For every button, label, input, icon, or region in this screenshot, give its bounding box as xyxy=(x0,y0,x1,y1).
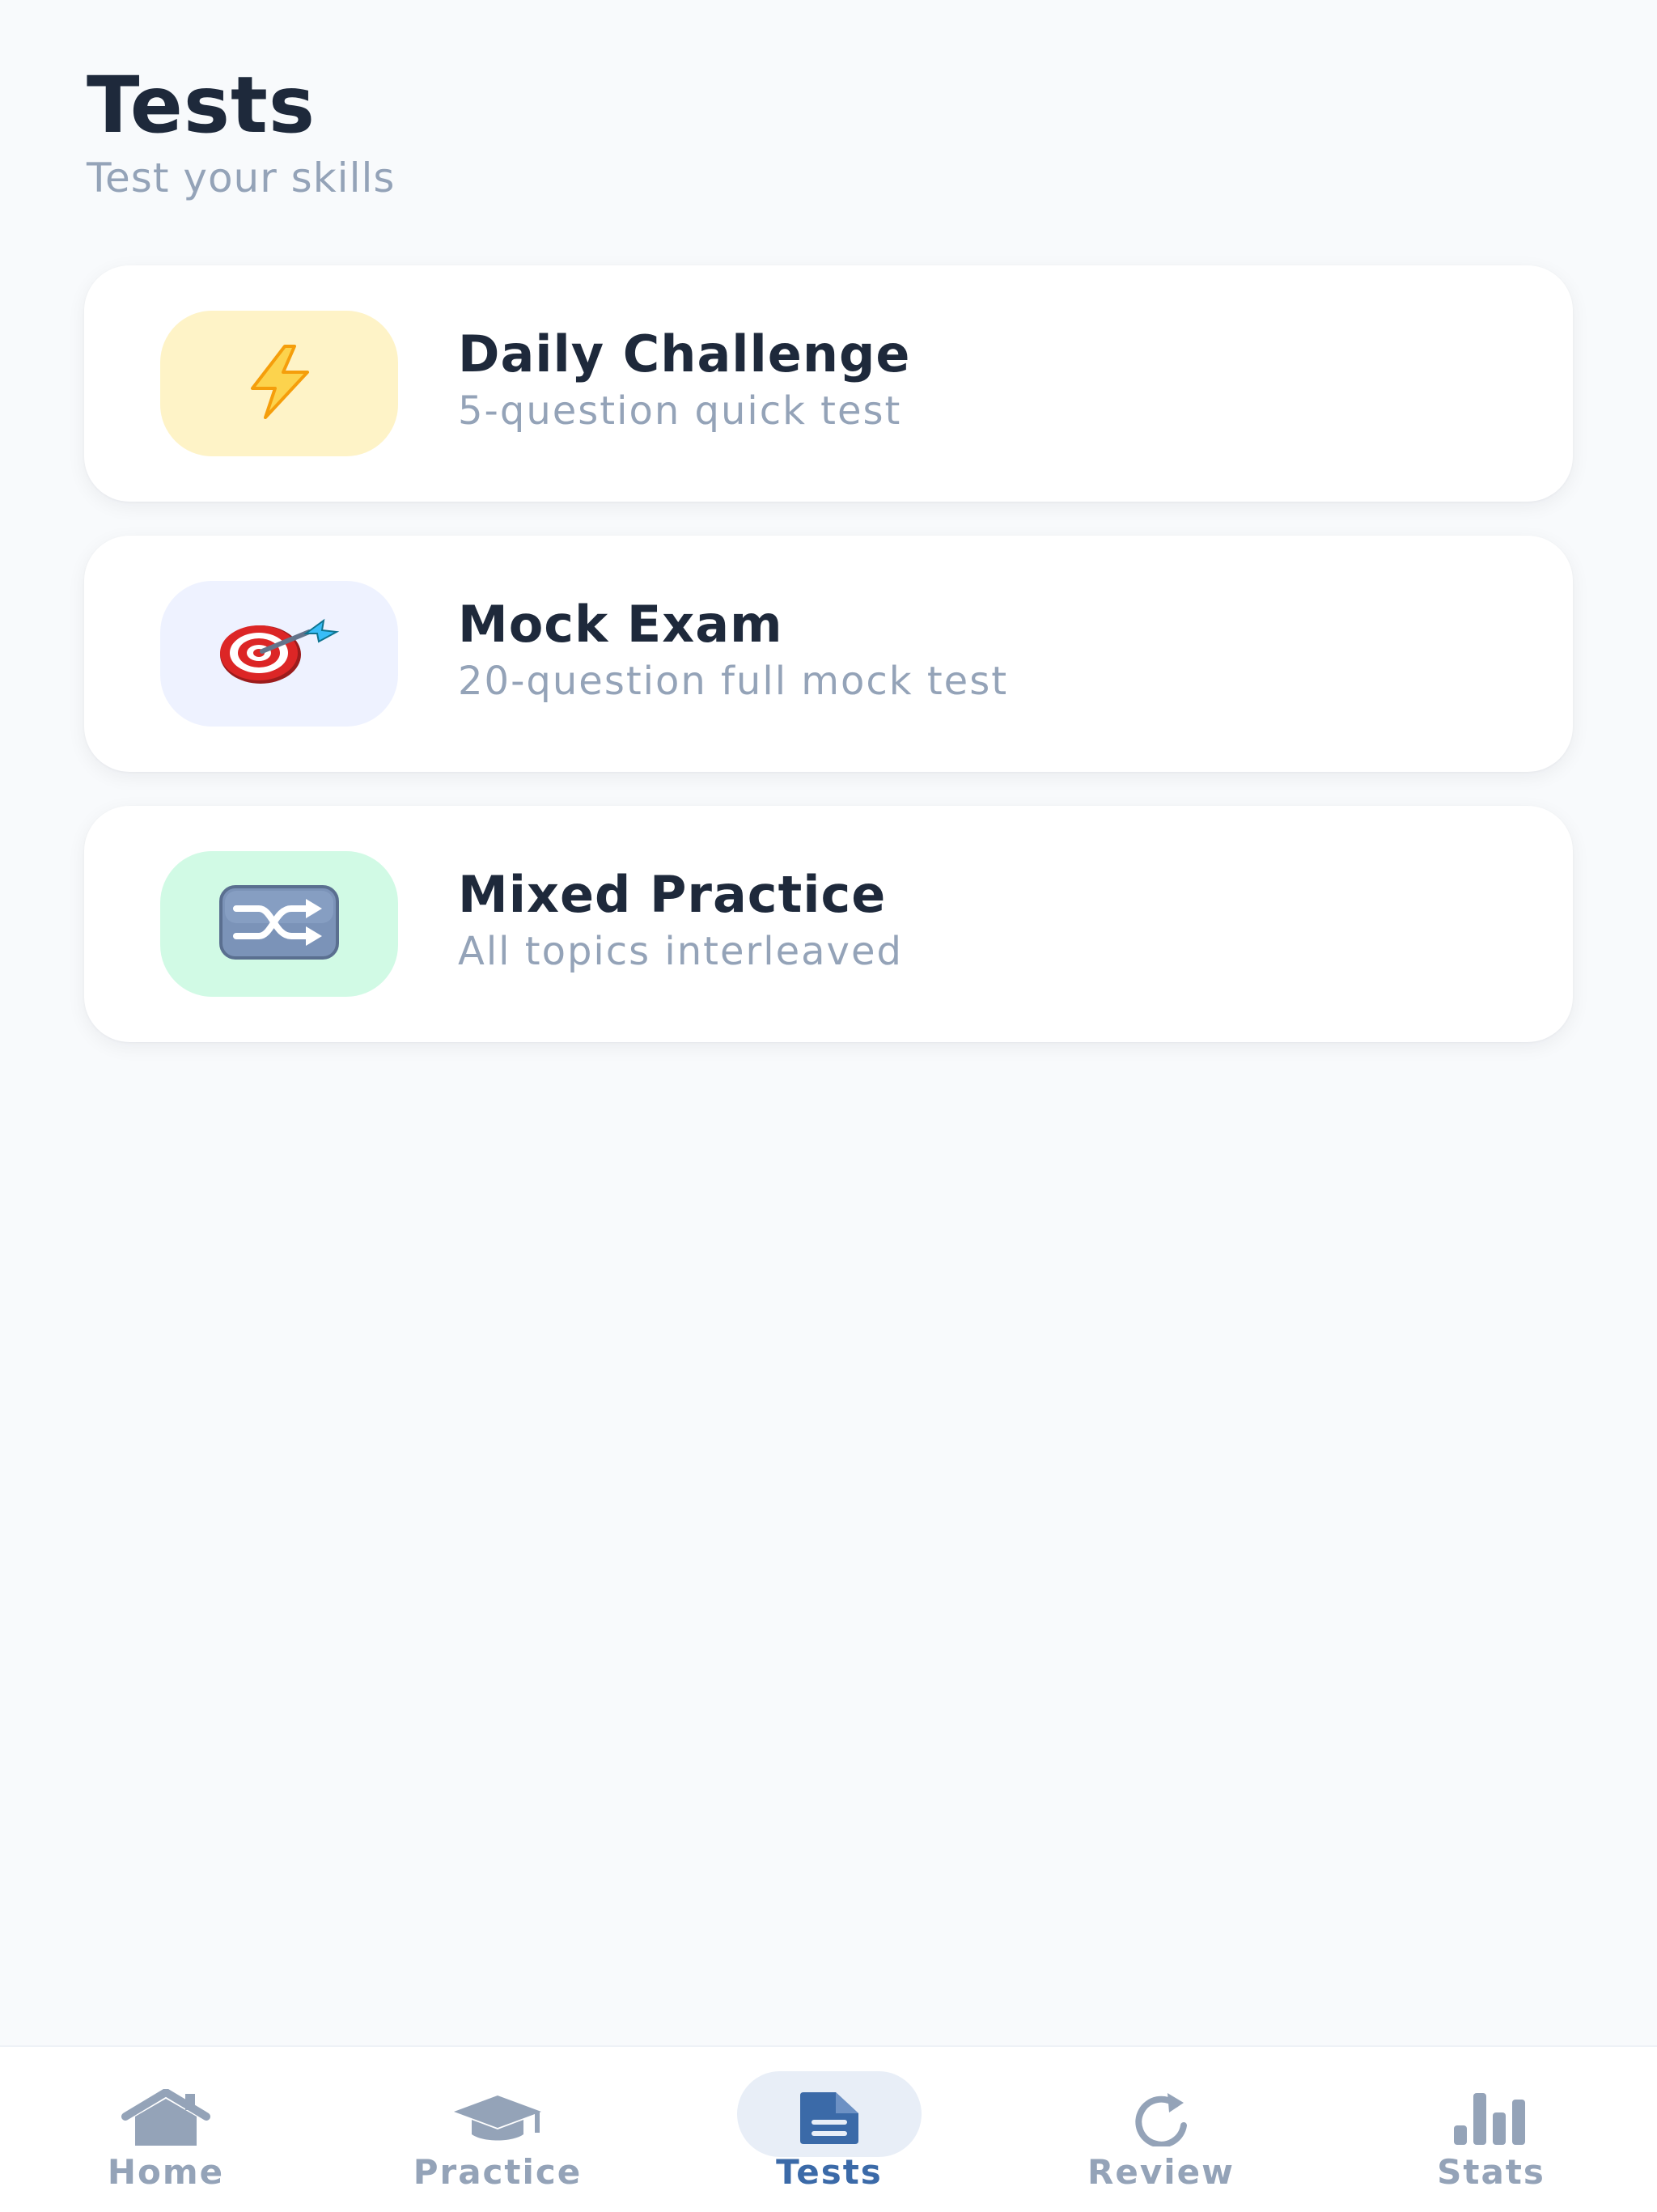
tab-stats-label: Stats xyxy=(1437,2152,1545,2192)
mixed-practice-icon-box xyxy=(160,851,398,997)
mock-exam-subtitle: 20-question full mock test xyxy=(458,659,1009,704)
tab-review[interactable]: Review xyxy=(995,2047,1327,2212)
daily-challenge-card[interactable]: Daily Challenge 5-question quick test xyxy=(84,265,1573,502)
tab-stats[interactable]: Stats xyxy=(1325,2047,1657,2212)
home-icon xyxy=(117,2086,214,2151)
mock-exam-card[interactable]: Mock Exam 20-question full mock test xyxy=(84,536,1573,772)
mixed-practice-subtitle: All topics interleaved xyxy=(458,929,903,974)
page-title: Tests xyxy=(87,60,316,150)
tab-tests-label: Tests xyxy=(776,2152,883,2192)
shuffle-icon xyxy=(218,884,340,964)
page-subtitle: Test your skills xyxy=(87,155,396,201)
refresh-icon xyxy=(1112,2086,1210,2151)
daily-challenge-icon-box xyxy=(160,311,398,456)
document-icon xyxy=(781,2086,878,2151)
tab-practice-label: Practice xyxy=(413,2152,583,2192)
mock-exam-icon-box xyxy=(160,581,398,727)
mixed-practice-card[interactable]: Mixed Practice All topics interleaved xyxy=(84,806,1573,1042)
daily-challenge-title: Daily Challenge xyxy=(458,324,911,383)
tab-practice[interactable]: Practice xyxy=(332,2047,663,2212)
lightning-icon xyxy=(235,343,324,424)
bottom-tab-bar: Home Practice Tests Review Stats xyxy=(0,2045,1657,2212)
daily-challenge-subtitle: 5-question quick test xyxy=(458,388,902,434)
page-header: Tests Test your skills xyxy=(87,57,395,202)
bar-chart-icon xyxy=(1443,2086,1540,2151)
mixed-practice-title: Mixed Practice xyxy=(458,865,887,924)
mock-exam-title: Mock Exam xyxy=(458,595,783,654)
tab-tests[interactable]: Tests xyxy=(663,2047,995,2212)
tab-review-label: Review xyxy=(1087,2152,1235,2192)
graduation-cap-icon xyxy=(449,2086,546,2151)
tab-home[interactable]: Home xyxy=(0,2047,332,2212)
target-dart-icon xyxy=(218,616,340,692)
tab-home-label: Home xyxy=(107,2152,225,2192)
